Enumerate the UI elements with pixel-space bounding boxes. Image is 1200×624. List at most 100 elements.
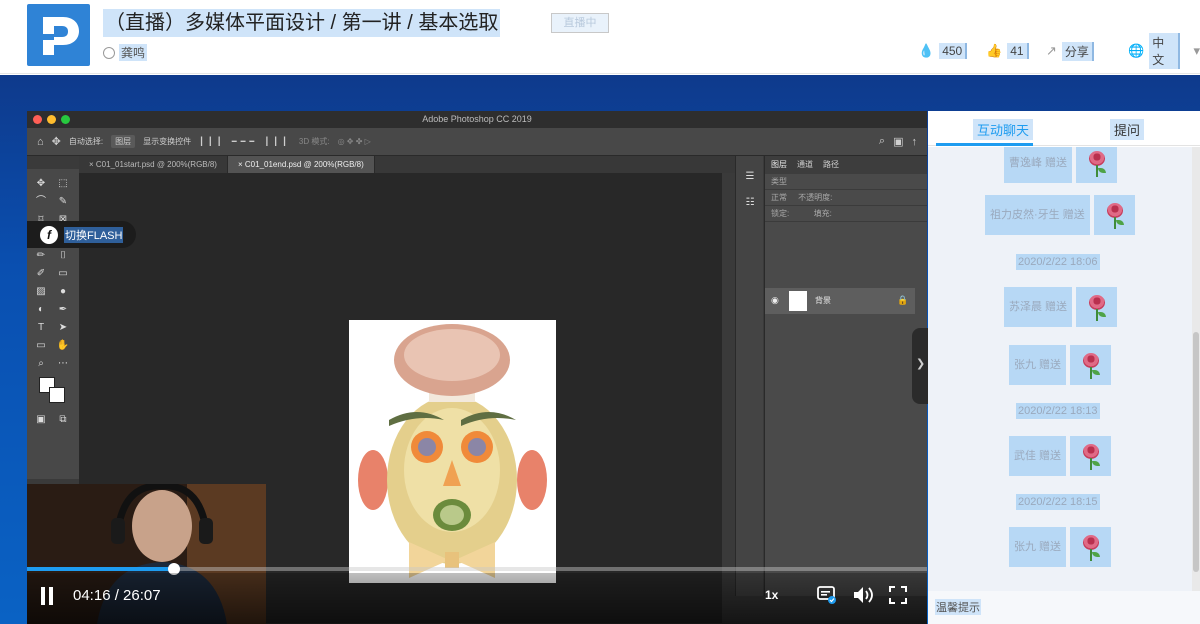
path-select-icon: ➤ <box>58 322 68 333</box>
quick-select-icon: ✎ <box>58 196 68 207</box>
gift-message: 苏泽晨 赠送 <box>1004 287 1118 327</box>
dodge-icon: ◐ <box>37 304 45 315</box>
ps-layers-panel: 图层 通道 路径 类型 正常 不透明度: 锁定: 填充: ◉ 背景 🔒 <box>764 156 927 596</box>
chat-tabs: 互动聊天 提问 <box>928 111 1200 146</box>
gift-sender-text: 苏泽晨 赠送 <box>1004 287 1073 327</box>
home-icon: ⌂ <box>37 135 44 148</box>
stamp-icon: ⌷ <box>60 250 66 261</box>
chat-scrollbar-thumb[interactable] <box>1193 332 1199 572</box>
screen-mode-icon: ⧉ <box>59 414 67 425</box>
globe-icon: 🌐 <box>1128 43 1145 58</box>
mode-3d-label: 3D 模式: <box>298 137 330 146</box>
lasso-icon: ⌒ <box>36 196 46 207</box>
time-display: 04:16 / 26:07 <box>73 587 161 604</box>
volume-icon[interactable] <box>853 586 875 604</box>
chat-scrollbar[interactable] <box>1192 147 1200 591</box>
search-icon: ⌕ <box>878 135 886 147</box>
chat-timestamp: 2020/2/22 18:06 <box>1016 254 1100 270</box>
panel-collapse-handle[interactable]: ❯ <box>912 328 928 404</box>
flower-gift-icon <box>1093 195 1135 235</box>
language-select[interactable]: 🌐 中文 ▾ <box>1128 33 1200 69</box>
user-icon <box>103 46 115 59</box>
ps-lock-row: 锁定: 填充: <box>765 206 927 222</box>
ps-layers-tab: 图层 <box>771 160 787 169</box>
share-label: 分享 <box>1061 41 1094 61</box>
flower-gift-icon <box>1070 436 1112 476</box>
more-tools-icon: ⋯ <box>58 358 68 369</box>
gift-sender-text: 张九 赠送 <box>1009 527 1067 567</box>
bucket-icon: ▨ <box>36 286 46 297</box>
quick-mask-icon: ▣ <box>36 414 46 425</box>
share-button[interactable]: ↗ 分享 <box>1046 36 1094 66</box>
flower-gift-icon <box>1070 527 1112 567</box>
progress-bar[interactable] <box>27 563 927 575</box>
layer-select: 图层 <box>111 135 136 148</box>
ps-window-title: Adobe Photoshop CC 2019 <box>422 114 532 124</box>
gift-message: 张九 赠送 <box>1009 345 1112 385</box>
pause-button[interactable] <box>39 587 55 605</box>
tab-interactive-chat[interactable]: 互动聊天 <box>973 119 1034 140</box>
eraser-icon: ▭ <box>58 268 68 279</box>
ps-channels-tab: 通道 <box>797 160 813 169</box>
ps-layers-tabs: 图层 通道 路径 <box>765 156 927 174</box>
view-count: 💧 450 <box>918 36 968 66</box>
author[interactable]: 龚鸣 <box>103 44 148 61</box>
ps-blend-row: 正常 不透明度: <box>765 190 927 206</box>
chat-notice[interactable]: 温馨提示 <box>928 591 1200 624</box>
chevron-right-icon: ❯ <box>916 358 926 370</box>
flower-gift-icon <box>1076 287 1118 327</box>
flower-gift-icon <box>1076 147 1118 183</box>
blur-icon: ● <box>59 286 67 297</box>
chat-message-list[interactable]: 曹逸峰 赠送祖力皮然·牙生 赠送 2020/2/22 18:06 苏泽晨 赠送 张九 … <box>928 147 1192 591</box>
align-icons: ┃┃┃ ━━━ ┃┃┃ <box>199 137 291 146</box>
marquee-icon: ⬚ <box>58 178 68 189</box>
page-header: （直播）多媒体平面设计 / 第一讲 / 基本选取 直播中 龚鸣 💧 450 👍 … <box>0 0 1200 74</box>
properties-icon: ☷ <box>745 197 755 208</box>
move-icon: ✥ <box>36 178 46 189</box>
page-title: （直播）多媒体平面设计 / 第一讲 / 基本选取 <box>103 9 501 37</box>
chevron-down-icon: ▾ <box>1193 43 1200 58</box>
move-tool-icon: ✥ <box>51 136 61 148</box>
doc-tab-active: × C01_01end.psd @ 200%(RGB/8) <box>227 156 375 173</box>
tab-questions[interactable]: 提问 <box>1110 119 1145 140</box>
gift-message: 曹逸峰 赠送 <box>1004 147 1118 183</box>
zoom-icon: ⌕ <box>38 358 44 369</box>
gift-sender-text: 曹逸峰 赠送 <box>1004 147 1073 183</box>
flower-gift-icon <box>1070 345 1112 385</box>
danmaku-toggle-icon[interactable] <box>817 586 837 604</box>
active-tab-indicator <box>936 143 1033 146</box>
layer-name: 背景 <box>815 296 831 305</box>
chat-panel: 互动聊天 提问 曹逸峰 赠送祖力皮然·牙生 赠送 2020/2/22 18:06 苏… <box>928 111 1200 624</box>
brand-logo[interactable] <box>27 4 90 66</box>
gift-sender-text: 张九 赠送 <box>1009 345 1067 385</box>
ps-document-tabs: × C01_01start.psd @ 200%(RGB/8) × C01_01… <box>79 156 735 173</box>
switch-flash-button[interactable]: f 切换FLASH <box>27 221 136 248</box>
gift-sender-text: 祖力皮然·牙生 赠送 <box>985 195 1090 235</box>
view-count-value: 450 <box>939 43 968 59</box>
vegetable-face-illustration <box>358 324 547 578</box>
gift-message: 张九 赠送 <box>1009 527 1112 567</box>
background-color-swatch <box>49 387 65 403</box>
thumbs-up-icon: 👍 <box>986 43 1003 58</box>
chat-timestamp: 2020/2/22 18:15 <box>1016 494 1100 510</box>
layer-thumbnail <box>789 291 807 311</box>
language-label: 中文 <box>1149 33 1181 69</box>
share-icon: ↗ <box>1046 43 1057 58</box>
author-name: 龚鸣 <box>119 44 148 61</box>
ps-layer-row: ◉ 背景 🔒 <box>765 288 915 314</box>
gift-message: 祖力皮然·牙生 赠送 <box>985 195 1135 235</box>
artwork-image <box>349 320 556 583</box>
like-button[interactable]: 👍 41 <box>986 36 1029 66</box>
workspace-icon: ▣ <box>893 136 904 148</box>
playback-speed-button[interactable]: 1x <box>765 588 778 602</box>
gift-message: 武佳 赠送 <box>1009 436 1112 476</box>
logo-icon <box>43 17 79 55</box>
like-count-value: 41 <box>1007 43 1029 59</box>
fullscreen-icon[interactable] <box>889 586 907 604</box>
flash-icon: f <box>40 225 58 244</box>
brush-icon: ✏ <box>36 250 46 261</box>
ps-options-bar: ⌂ ✥ 自动选择: 图层 显示变换控件 ┃┃┃ ━━━ ┃┃┃ 3D 模式: ◎… <box>27 128 927 156</box>
close-dot <box>33 115 42 124</box>
share-ps-icon: ↑ <box>911 135 918 148</box>
progress-fill <box>27 567 174 571</box>
